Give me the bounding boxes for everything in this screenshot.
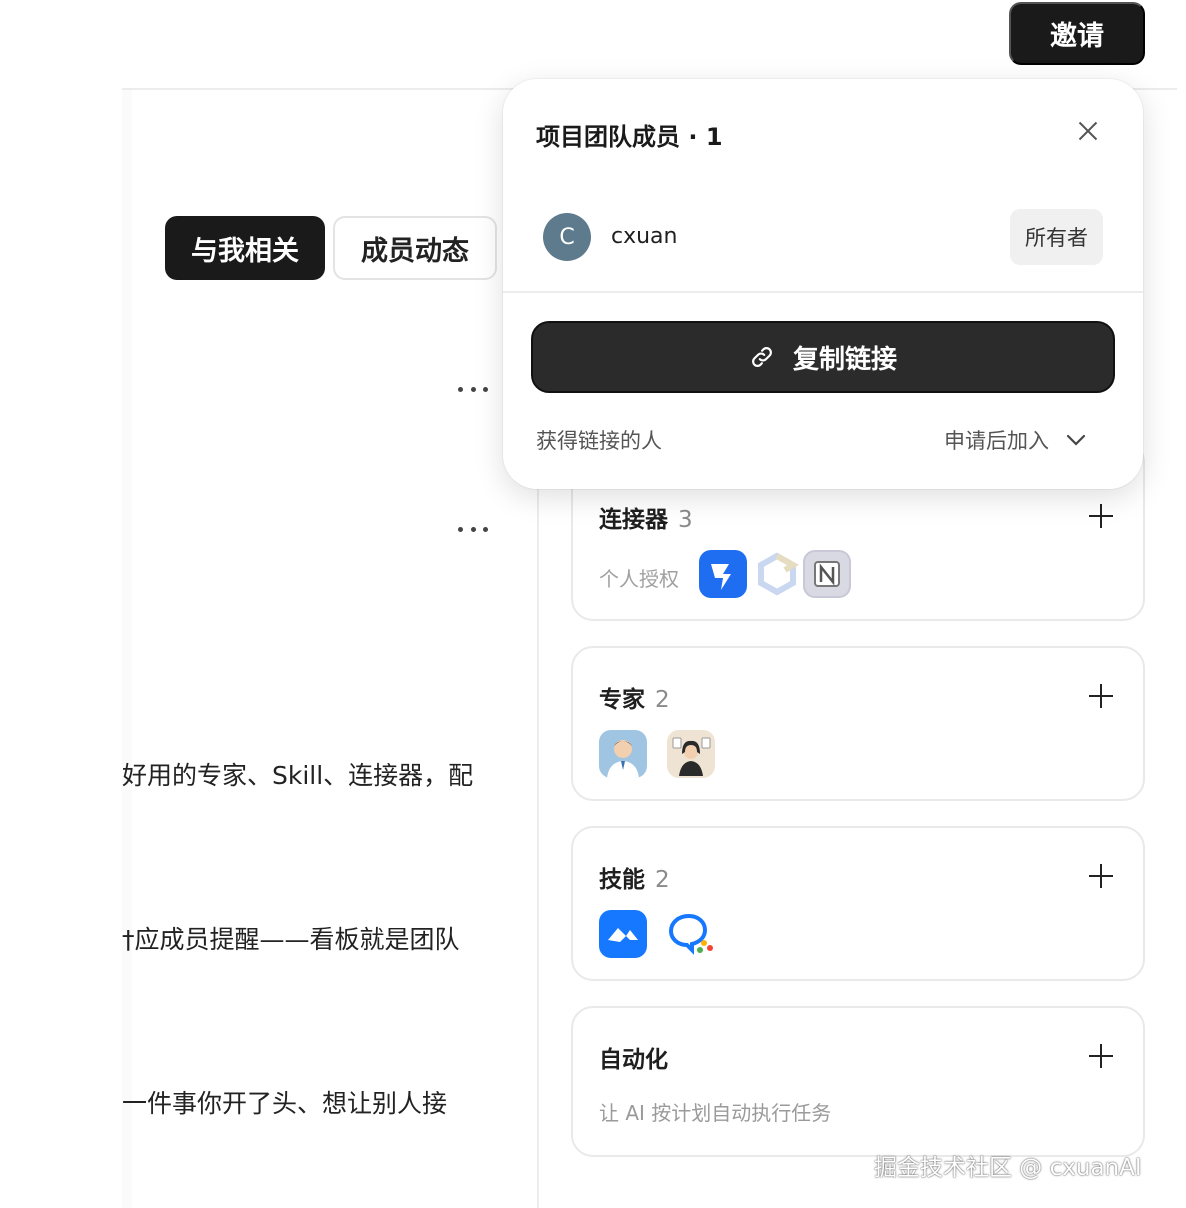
feed-text: 一件事你开了头、想让别人接: [122, 1089, 448, 1118]
skills-count: 2: [655, 867, 670, 893]
copy-link-label: 复制链接: [792, 343, 897, 374]
card-title: 自动化: [599, 1047, 668, 1073]
automation-description: 让 AI 按计划自动执行任务: [599, 1101, 832, 1125]
add-automation-icon[interactable]: [1089, 1044, 1113, 1068]
card-title: 连接器 3: [599, 507, 693, 533]
more-options-icon[interactable]: [458, 522, 488, 536]
experts-count: 2: [655, 687, 670, 713]
copy-link-button[interactable]: 复制链接: [531, 321, 1115, 393]
notion-icon[interactable]: [803, 550, 851, 598]
link-icon: [752, 347, 772, 367]
link-access-label: 获得链接的人: [536, 429, 662, 453]
more-options-icon[interactable]: [458, 382, 488, 396]
automation-card: 自动化 让 AI 按计划自动执行任务: [571, 1006, 1145, 1157]
popover-title: 项目团队成员 · 1: [536, 123, 723, 151]
personal-auth-label: 个人授权: [599, 567, 679, 591]
lark-icon[interactable]: [753, 550, 801, 598]
doctor-avatar-icon[interactable]: [599, 730, 647, 778]
card-title: 专家 2: [599, 687, 670, 713]
consultant-avatar-icon[interactable]: [667, 730, 715, 778]
avatar: C: [543, 213, 591, 261]
invite-button[interactable]: 邀请: [1009, 2, 1145, 65]
card-title: 技能 2: [599, 867, 670, 893]
link-permission-value: 申请后加入: [944, 429, 1049, 453]
tab-related-to-me[interactable]: 与我相关: [165, 216, 325, 280]
add-expert-icon[interactable]: [1089, 684, 1113, 708]
tencent-meeting-icon[interactable]: [599, 910, 647, 958]
popover-divider: [503, 291, 1143, 293]
feed-text: †应成员提醒——看板就是团队: [122, 925, 460, 954]
skills-card: 技能 2: [571, 826, 1145, 981]
close-icon[interactable]: [1078, 121, 1098, 141]
connectors-count: 3: [678, 507, 693, 533]
member-name: cxuan: [611, 224, 678, 249]
tab-member-activity[interactable]: 成员动态: [333, 216, 497, 280]
left-panel-edge: [122, 90, 132, 1208]
watermark: 掘金技术社区 @ cxuanAI: [874, 1155, 1142, 1181]
feed-text: 好用的专家、Skill、连接器，配: [122, 761, 474, 790]
dingtalk-icon[interactable]: [699, 550, 747, 598]
owner-role-badge: 所有者: [1010, 209, 1103, 265]
team-members-popover: 项目团队成员 · 1 C cxuan 所有者 复制链接 获得链接的人 申请后加入: [503, 79, 1143, 489]
column-divider: [537, 470, 539, 1208]
link-permission-dropdown[interactable]: 申请后加入: [944, 425, 1087, 455]
experts-card: 专家 2: [571, 646, 1145, 801]
add-skill-icon[interactable]: [1089, 864, 1113, 888]
chevron-down-icon: [1066, 434, 1086, 446]
chat-bubble-icon[interactable]: [667, 910, 715, 958]
add-connector-icon[interactable]: [1089, 504, 1113, 528]
